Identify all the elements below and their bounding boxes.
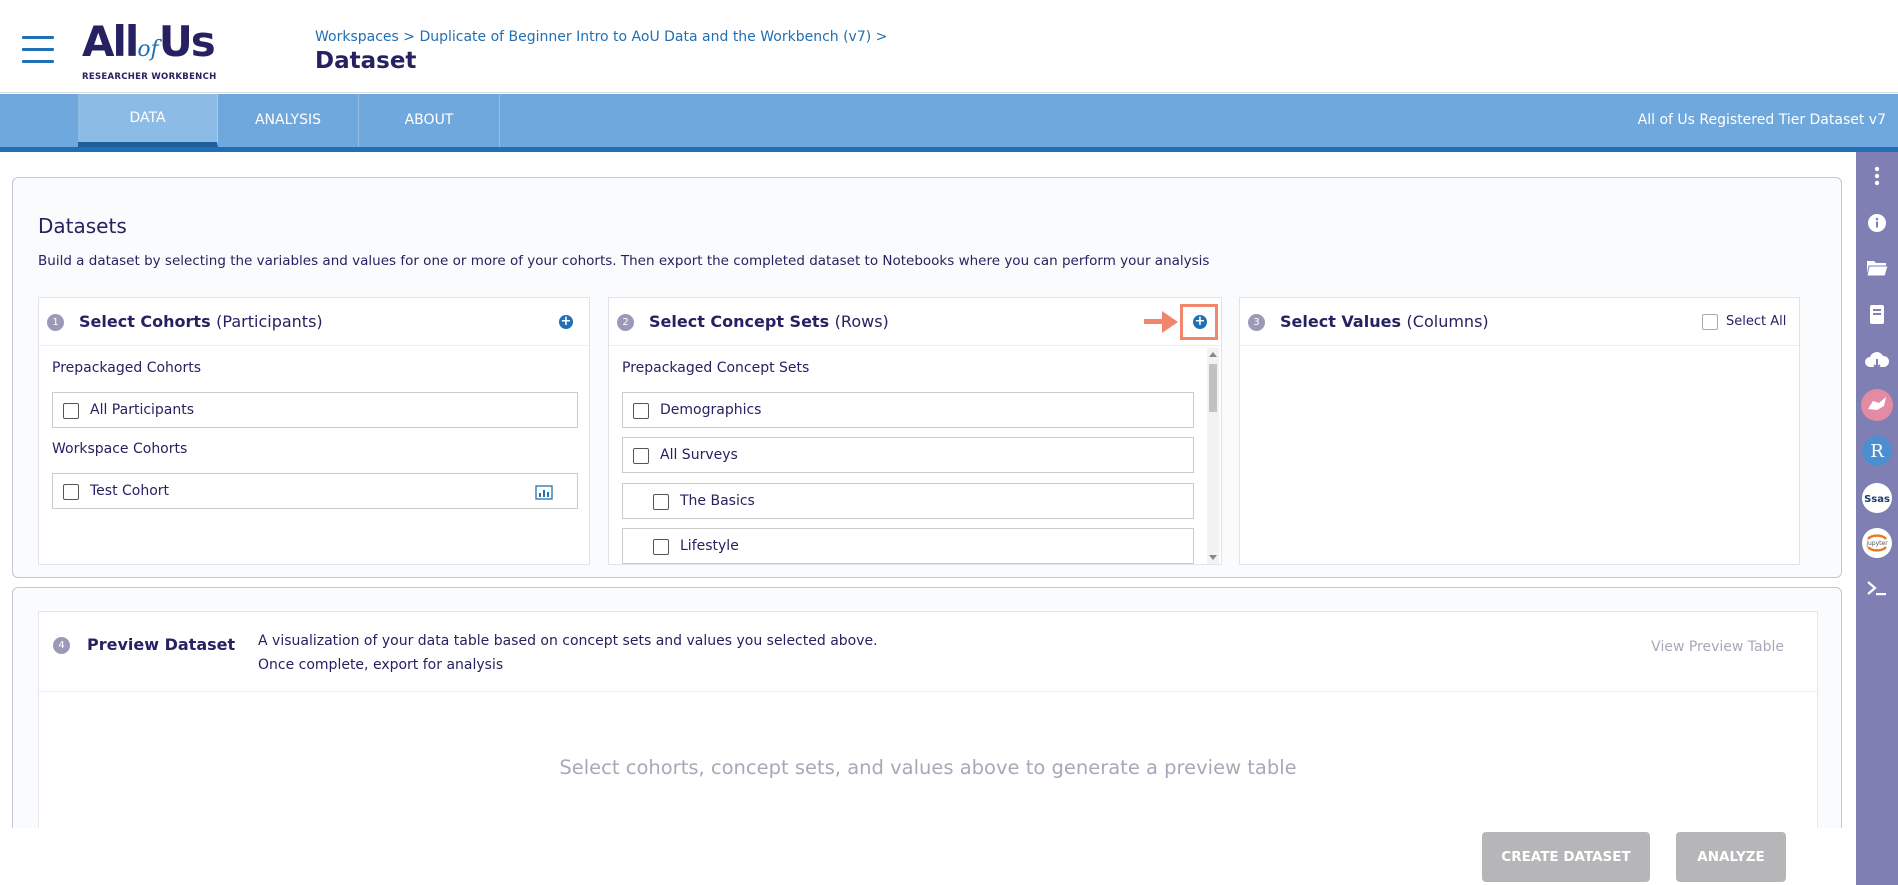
data-tier-label: All of Us Registered Tier Dataset v7 [1637,112,1886,128]
jupyter-icon[interactable]: jupyter [1861,527,1893,559]
select-concept-sets-title: Select Concept Sets (Rows) [649,312,889,331]
select-all-checkbox[interactable] [1702,314,1718,330]
help-sidebar: R Ssas jupyter [1856,152,1898,885]
datasets-heading: Datasets [38,214,127,238]
cohort-item-test-cohort[interactable]: Test Cohort [52,473,578,509]
select-cohorts-title: Select Cohorts (Participants) [79,312,323,331]
concept-sets-scrollbar[interactable] [1207,348,1219,564]
all-of-us-logo[interactable]: AllofUs RESEARCHER WORKBENCH [82,20,242,83]
step-badge: 3 [1248,314,1265,331]
select-values-title: Select Values (Columns) [1280,312,1489,331]
workspace-nav-bar: DATA ANALYSIS ABOUT All of Us Registered… [0,94,1898,152]
step-badge: 1 [47,314,64,331]
step-badge: 2 [617,314,634,331]
cloud-icon[interactable] [1861,345,1893,377]
rstudio-icon[interactable]: R [1861,435,1893,467]
prepackaged-concept-sets-label: Prepackaged Concept Sets [622,360,810,376]
terminal-icon[interactable] [1861,572,1893,604]
svg-text:Ssas: Ssas [1864,494,1890,505]
annotation-arrow-head [1162,311,1178,333]
more-vert-icon[interactable] [1861,160,1893,192]
tab-about[interactable]: ABOUT [359,94,500,147]
tab-data[interactable]: DATA [78,94,218,147]
create-dataset-button[interactable]: CREATE DATASET [1482,832,1650,882]
svg-text:R: R [1870,441,1884,462]
checkbox[interactable] [633,403,649,419]
tab-analysis[interactable]: ANALYSIS [218,94,359,147]
book-icon[interactable] [1861,299,1893,331]
preview-empty-message: Select cohorts, concept sets, and values… [559,756,1297,779]
folder-icon[interactable] [1861,252,1893,284]
hamburger-menu-icon[interactable] [22,36,54,64]
checkbox[interactable] [653,539,669,555]
info-icon[interactable] [1861,207,1893,239]
concept-item-all-surveys[interactable]: All Surveys [622,437,1194,473]
scroll-down-icon[interactable] [1209,555,1217,560]
select-all-label: Select All [1726,314,1787,329]
step-badge: 4 [53,637,70,654]
annotation-highlight-box [1180,304,1218,340]
chart-icon[interactable] [535,485,553,500]
checkbox[interactable] [63,484,79,500]
cohort-item-all-participants[interactable]: All Participants [52,392,578,428]
add-cohort-button[interactable]: + [559,315,573,329]
scroll-thumb[interactable] [1209,364,1217,412]
checkbox[interactable] [633,448,649,464]
app-header: AllofUs RESEARCHER WORKBENCH Workspaces … [0,0,1898,93]
select-values-panel: 3 Select Values (Columns) Select All [1239,297,1800,565]
breadcrumb[interactable]: Workspaces > Duplicate of Beginner Intro… [315,29,887,45]
page-title: Dataset [315,48,417,74]
preview-description: A visualization of your data table based… [258,633,878,673]
prepackaged-cohorts-label: Prepackaged Cohorts [52,360,202,376]
cromwell-icon[interactable] [1861,389,1893,421]
preview-dataset-title: Preview Dataset [87,635,236,654]
view-preview-table-link[interactable]: View Preview Table [1651,639,1784,655]
analyze-button[interactable]: ANALYZE [1676,832,1786,882]
select-concept-sets-panel: 2 Select Concept Sets (Rows) + Prepackag… [608,297,1222,565]
sas-icon[interactable]: Ssas [1861,482,1893,514]
checkbox[interactable] [63,403,79,419]
select-cohorts-panel: 1 Select Cohorts (Participants) + Prepac… [38,297,590,565]
datasets-description: Build a dataset by selecting the variabl… [38,253,1210,269]
checkbox[interactable] [653,494,669,510]
concept-item-the-basics[interactable]: The Basics [622,483,1194,519]
scroll-up-icon[interactable] [1209,352,1217,357]
dataset-builder-card: Datasets Build a dataset by selecting th… [12,177,1842,578]
concept-item-lifestyle[interactable]: Lifestyle [622,528,1194,564]
concept-item-demographics[interactable]: Demographics [622,392,1194,428]
workspace-cohorts-label: Workspace Cohorts [52,441,188,457]
svg-text:jupyter: jupyter [1865,540,1888,547]
